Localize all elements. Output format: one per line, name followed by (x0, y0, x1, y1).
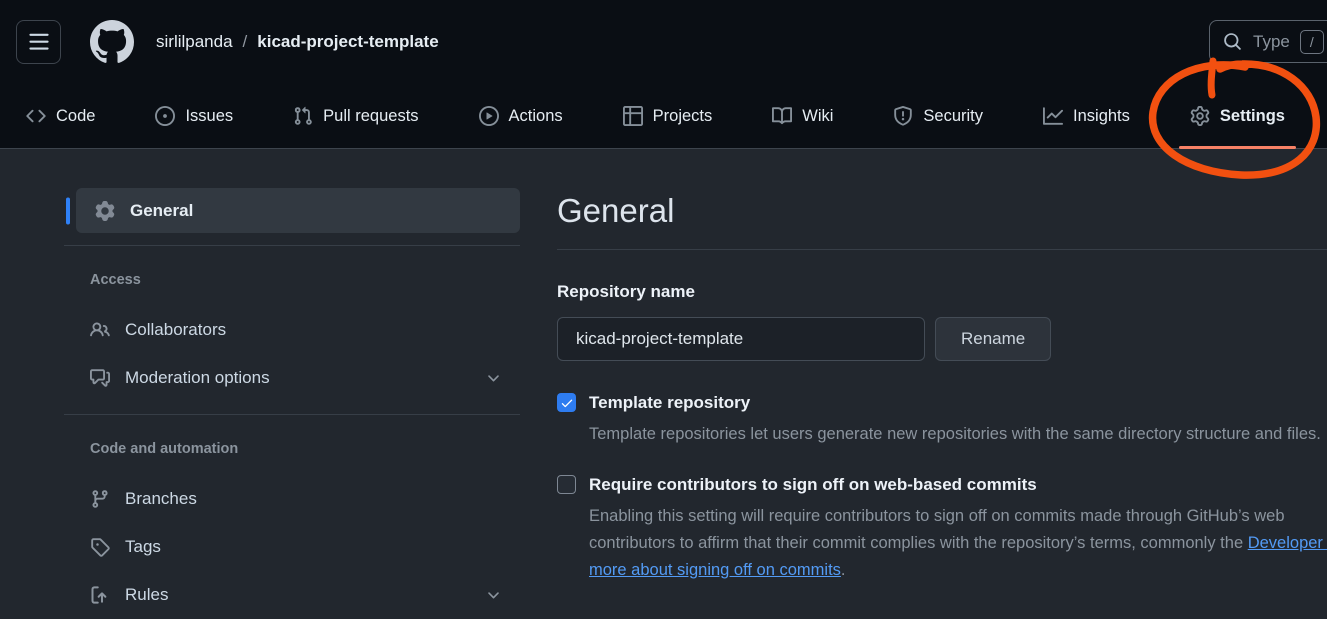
chevron-down-icon (485, 370, 502, 387)
tab-code[interactable]: Code (8, 84, 113, 148)
signoff-checkbox[interactable] (557, 475, 576, 494)
sidebar-group-access: Collaborators Moderation options (64, 306, 520, 402)
git-branch-icon (90, 489, 110, 509)
sidebar-item-general-label: General (130, 201, 193, 221)
tag-icon (90, 537, 110, 557)
template-repository-label[interactable]: Template repository (589, 392, 750, 413)
sidebar-section-code-and-automation: Code and automation (64, 441, 520, 461)
tab-insights[interactable]: Insights (1025, 84, 1148, 148)
signoff-label[interactable]: Require contributors to sign off on web-… (589, 474, 1037, 495)
divider (64, 245, 520, 246)
dco-link[interactable]: Developer Certificate of Origin (DCO) (1248, 534, 1327, 552)
rules-icon (90, 585, 110, 605)
sidebar-item-tags[interactable]: Tags (64, 523, 520, 571)
gear-icon (1190, 106, 1210, 126)
sidebar-item-collaborators[interactable]: Collaborators (64, 306, 520, 354)
signoff-description-line-2-text: contributors to affirm that their commit… (589, 534, 1248, 552)
divider (557, 249, 1327, 250)
book-icon (772, 106, 792, 126)
sidebar-item-general[interactable]: General (76, 188, 520, 233)
sidebar-item-rules[interactable]: Rules (64, 571, 520, 619)
tab-projects[interactable]: Projects (605, 84, 731, 148)
divider (64, 414, 520, 415)
sidebar-group-code-and-automation: Branches Tags Rules (64, 475, 520, 619)
breadcrumb-separator: / (243, 32, 248, 52)
global-search-input[interactable]: Type / (1209, 20, 1327, 63)
global-nav-menu-button[interactable] (16, 20, 61, 64)
selected-item-accent-bar (66, 197, 70, 224)
settings-sidebar: General Access Collaborators Moderation … (64, 188, 520, 619)
sidebar-item-rules-label: Rules (125, 585, 168, 605)
shield-icon (893, 106, 913, 126)
issue-opened-icon (155, 106, 175, 126)
template-repository-checkbox[interactable] (557, 393, 576, 412)
signing-off-commits-link[interactable]: more about signing off on commits (589, 561, 841, 579)
rename-button[interactable]: Rename (935, 317, 1051, 361)
tab-pull-requests-label: Pull requests (323, 107, 418, 126)
breadcrumb-repo-link[interactable]: kicad-project-template (257, 32, 438, 52)
code-icon (26, 106, 46, 126)
repository-name-input[interactable] (557, 317, 925, 361)
tab-actions[interactable]: Actions (461, 84, 581, 148)
sidebar-item-branches[interactable]: Branches (64, 475, 520, 523)
tab-security-label: Security (923, 107, 983, 126)
sidebar-section-access: Access (64, 272, 520, 292)
tab-wiki[interactable]: Wiki (754, 84, 851, 148)
tab-wiki-label: Wiki (802, 107, 833, 126)
comment-discussion-icon (90, 368, 110, 388)
tab-settings-label: Settings (1220, 107, 1285, 126)
check-icon (560, 396, 574, 410)
template-repository-description: Template repositories let users generate… (589, 421, 1327, 448)
signoff-description: Enabling this setting will require contr… (589, 503, 1327, 584)
table-icon (623, 106, 643, 126)
search-icon (1223, 32, 1242, 51)
repository-name-label: Repository name (557, 282, 1327, 303)
signoff-description-line-2: contributors to affirm that their commit… (589, 530, 1327, 557)
active-tab-underline (1179, 146, 1296, 149)
gear-icon (95, 201, 115, 221)
people-icon (90, 320, 110, 340)
template-repository-row: Template repository (557, 392, 1327, 413)
breadcrumb: sirlilpanda / kicad-project-template (156, 32, 439, 52)
app-header: sirlilpanda / kicad-project-template Typ… (0, 0, 1327, 149)
tab-actions-label: Actions (509, 107, 563, 126)
signoff-row: Require contributors to sign off on web-… (557, 474, 1327, 495)
tab-code-label: Code (56, 107, 95, 126)
signoff-description-line-3: more about signing off on commits. (589, 557, 1327, 584)
repo-tab-nav: Code Issues Pull requests Actions Projec… (8, 84, 1327, 148)
sidebar-item-branches-label: Branches (125, 489, 197, 509)
play-icon (479, 106, 499, 126)
tab-insights-label: Insights (1073, 107, 1130, 126)
sidebar-item-collaborators-label: Collaborators (125, 320, 226, 340)
tab-settings[interactable]: Settings (1172, 84, 1303, 148)
search-shortcut-keycap: / (1300, 30, 1324, 54)
github-mark-icon (90, 20, 134, 64)
sidebar-item-tags-label: Tags (125, 537, 161, 557)
repository-name-row: Rename (557, 317, 1327, 361)
search-placeholder: Type (1253, 32, 1290, 52)
tab-projects-label: Projects (653, 107, 713, 126)
header-top-bar: sirlilpanda / kicad-project-template Typ… (0, 0, 1327, 84)
breadcrumb-owner-link[interactable]: sirlilpanda (156, 32, 233, 52)
sidebar-item-moderation-options[interactable]: Moderation options (64, 354, 520, 402)
settings-main-panel: General Repository name Rename Template … (557, 188, 1327, 584)
sidebar-item-moderation-options-label: Moderation options (125, 368, 270, 388)
settings-content: General Access Collaborators Moderation … (0, 149, 1327, 619)
chevron-down-icon (485, 587, 502, 604)
signoff-description-period: . (841, 561, 846, 579)
tab-pull-requests[interactable]: Pull requests (275, 84, 436, 148)
tab-issues[interactable]: Issues (137, 84, 251, 148)
git-pull-request-icon (293, 106, 313, 126)
three-bars-icon (28, 31, 50, 53)
page-title: General (557, 190, 1327, 232)
tab-issues-label: Issues (185, 107, 233, 126)
graph-icon (1043, 106, 1063, 126)
tab-security[interactable]: Security (875, 84, 1001, 148)
signoff-description-line-1: Enabling this setting will require contr… (589, 503, 1327, 530)
github-logo[interactable] (90, 20, 134, 64)
